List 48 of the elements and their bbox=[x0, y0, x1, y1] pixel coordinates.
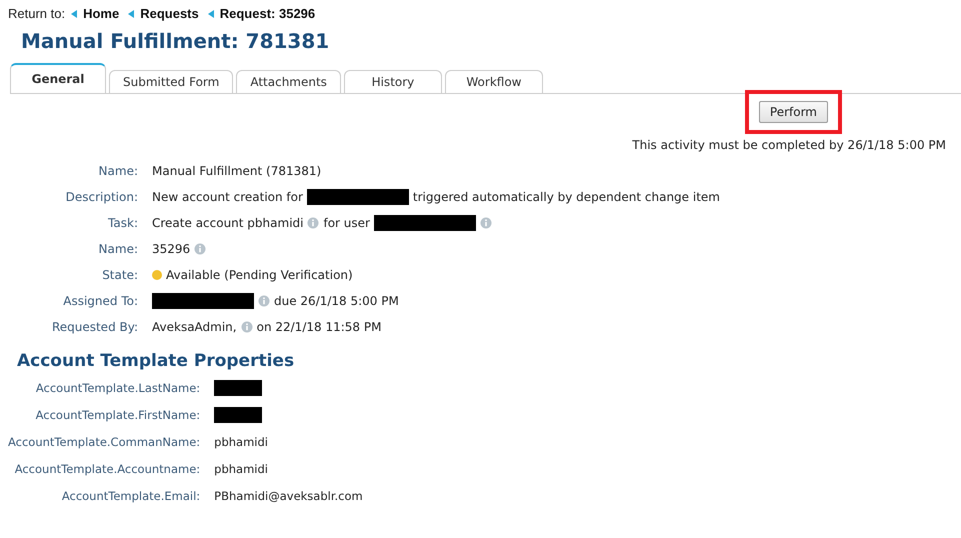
info-icon[interactable] bbox=[258, 294, 270, 306]
field-value: Create account pbhamidi bbox=[152, 216, 304, 230]
field-label: Assigned To: bbox=[62, 294, 138, 308]
info-icon[interactable] bbox=[307, 216, 320, 228]
property-label: AccountTemplate.Email: bbox=[60, 488, 200, 502]
field-value: 35296 bbox=[152, 242, 190, 256]
field-value: Available (Pending Verification) bbox=[166, 268, 353, 282]
info-icon[interactable] bbox=[480, 216, 492, 228]
info-icon[interactable] bbox=[194, 242, 206, 254]
breadcrumb-link[interactable]: Request: 35296 bbox=[220, 6, 316, 21]
tab[interactable]: Workflow bbox=[444, 70, 543, 93]
tab[interactable]: Attachments bbox=[236, 70, 341, 93]
page-title: Manual Fulfillment: 781381 bbox=[21, 29, 330, 53]
field-label: Requested By: bbox=[50, 320, 138, 334]
back-arrow-icon bbox=[128, 10, 134, 18]
back-arrow-icon bbox=[208, 10, 214, 18]
field-label: State: bbox=[101, 268, 138, 282]
field-label: Description: bbox=[64, 190, 138, 204]
tab[interactable]: Submitted Form bbox=[109, 70, 234, 93]
section-heading: Account Template Properties bbox=[17, 351, 296, 371]
redaction-block bbox=[214, 380, 262, 396]
perform-button[interactable]: Perform bbox=[758, 101, 828, 123]
property-label: AccountTemplate.LastName: bbox=[34, 380, 200, 394]
property-label: AccountTemplate.Accountname: bbox=[14, 462, 200, 476]
field-label: Task: bbox=[107, 216, 138, 230]
property-value: pbhamidi bbox=[214, 434, 268, 448]
property-label: AccountTemplate.FirstName: bbox=[34, 408, 200, 422]
breadcrumb-label: Return to: bbox=[8, 6, 66, 21]
field-value: Manual Fulfillment (781381) bbox=[152, 164, 322, 178]
property-value: pbhamidi bbox=[214, 462, 268, 476]
tab[interactable]: General bbox=[10, 63, 106, 93]
deadline-text: This activity must be completed by 26/1/18 5:00 PM bbox=[631, 138, 947, 152]
property-value: PBhamidi@aveksablr.com bbox=[214, 488, 363, 502]
field-value: due 26/1/18 5:00 PM bbox=[274, 294, 399, 308]
field-label: Name: bbox=[98, 164, 138, 178]
field-value: for user bbox=[323, 216, 370, 230]
redaction-block bbox=[214, 406, 262, 422]
tab[interactable]: History bbox=[344, 70, 442, 93]
info-icon[interactable] bbox=[240, 320, 253, 332]
field-value: New account creation for bbox=[152, 190, 303, 204]
field-value: on 22/1/18 11:58 PM bbox=[256, 320, 382, 334]
breadcrumb-link[interactable]: Requests bbox=[140, 6, 199, 21]
field-label: Name: bbox=[98, 242, 138, 256]
property-label: AccountTemplate.CommanName: bbox=[8, 434, 200, 448]
breadcrumb-link[interactable]: Home bbox=[83, 6, 120, 21]
field-value: triggered automatically by dependent change item bbox=[412, 190, 720, 204]
field-value: AveksaAdmin, bbox=[152, 320, 237, 334]
back-arrow-icon bbox=[71, 10, 78, 18]
